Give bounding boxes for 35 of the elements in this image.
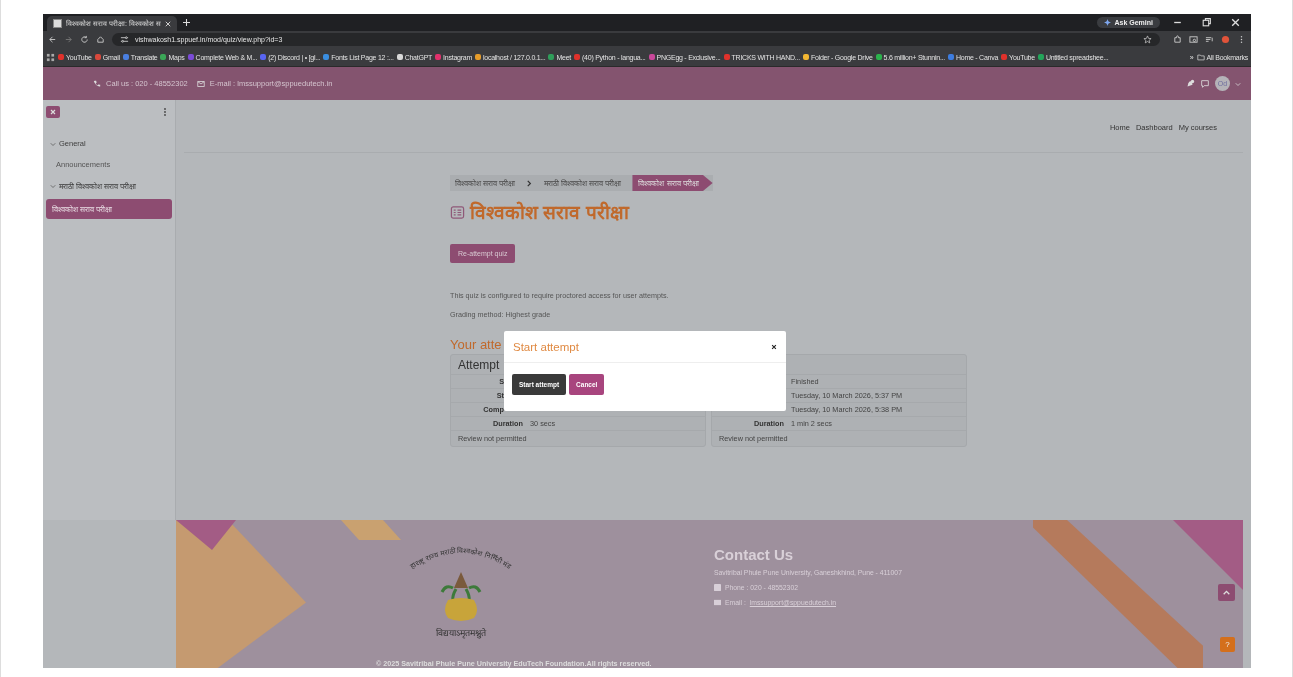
chevron-icon	[50, 140, 56, 147]
mail-icon	[196, 79, 205, 88]
close-icon	[49, 108, 57, 116]
quiz-icon	[450, 204, 465, 220]
attempt-title: Attempt	[458, 357, 500, 372]
restore-icon[interactable]	[1201, 17, 1212, 28]
site-settings-icon[interactable]	[120, 35, 129, 44]
home-icon[interactable]	[96, 35, 105, 44]
new-tab-icon[interactable]	[182, 19, 190, 26]
mail-icon	[714, 599, 721, 606]
phone-icon	[714, 584, 721, 591]
tab-search-icon[interactable]	[1189, 35, 1198, 44]
folder-icon	[1196, 53, 1205, 61]
close-drawer-button[interactable]	[46, 106, 60, 118]
emblem-motto: विद्ययाऽमृतमश्नुते	[436, 627, 486, 639]
page-icon	[53, 19, 62, 28]
phone-icon	[93, 79, 101, 88]
chat-icon[interactable]	[1200, 78, 1210, 89]
page-title: विश्वकोश सराव परीक्षा	[470, 200, 629, 225]
chevron-up-icon	[1222, 588, 1231, 597]
sparkle-icon	[1104, 19, 1112, 26]
apps-grid-icon[interactable]	[46, 52, 55, 62]
chevron-icon	[526, 179, 534, 187]
profile-icon[interactable]	[1221, 35, 1230, 44]
media-controls-icon[interactable]	[1205, 35, 1214, 44]
dialog-title: Start attempt	[513, 340, 579, 353]
kalash-emblem-drawing	[440, 572, 482, 621]
reload-icon[interactable]	[80, 35, 89, 44]
kebab-menu-icon[interactable]	[163, 107, 167, 117]
contact-heading: Contact Us	[714, 546, 795, 563]
attempts-heading: Your atte	[450, 337, 502, 352]
back-icon[interactable]	[48, 35, 57, 44]
chevron-icon	[50, 183, 56, 189]
close-icon[interactable]	[771, 343, 777, 350]
star-icon[interactable]	[1143, 35, 1152, 44]
